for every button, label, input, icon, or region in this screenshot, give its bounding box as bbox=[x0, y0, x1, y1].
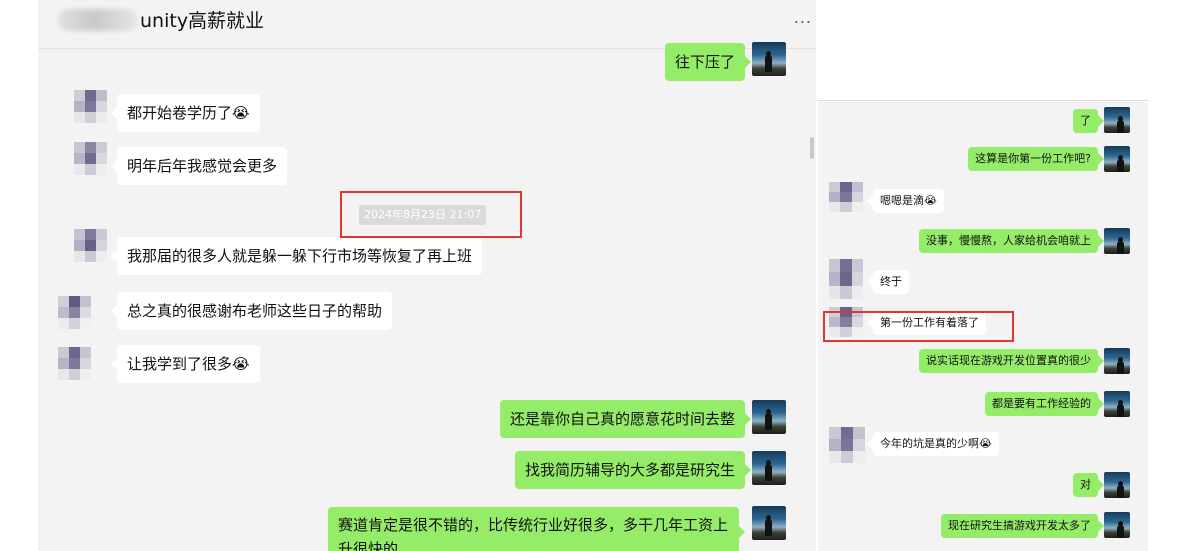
blurred-contact-name bbox=[58, 9, 138, 31]
message-text: 了 bbox=[1080, 114, 1091, 127]
message-text: 总之真的很感谢布老师这些日子的帮助 bbox=[127, 302, 383, 320]
message-bubble-sent: 说实话现在游戏开发位置真的很少 bbox=[919, 349, 1104, 373]
contact-avatar[interactable] bbox=[58, 296, 91, 329]
chat-title: unity高薪就业 bbox=[140, 10, 265, 32]
more-options-icon[interactable]: ... bbox=[794, 8, 812, 27]
self-avatar[interactable] bbox=[1104, 146, 1130, 172]
chat-header: unity高薪就业 ... bbox=[38, 0, 816, 49]
message-bubble-sent: 找我简历辅导的大多都是研究生 bbox=[514, 451, 752, 489]
self-avatar[interactable] bbox=[752, 451, 786, 485]
message-bubble-received: 总之真的很感谢布老师这些日子的帮助 bbox=[110, 292, 393, 330]
message-text: 都是要有工作经验的 bbox=[992, 397, 1091, 410]
message-text: 嗯嗯是滴😭 bbox=[880, 194, 937, 207]
contact-avatar[interactable] bbox=[74, 90, 107, 123]
contact-avatar[interactable] bbox=[829, 427, 865, 463]
message-text: 没事，慢慢熬，人家给机会咱就上 bbox=[926, 234, 1091, 247]
message-bubble-sent: 对 bbox=[1073, 473, 1104, 497]
self-avatar[interactable] bbox=[1104, 391, 1130, 417]
message-text: 都开始卷学历了😭 bbox=[127, 104, 250, 122]
self-avatar[interactable] bbox=[1104, 472, 1130, 498]
scrollbar-thumb[interactable] bbox=[810, 137, 814, 159]
self-avatar[interactable] bbox=[752, 400, 786, 434]
highlight-box-timestamp bbox=[340, 191, 522, 238]
message-text: 终于 bbox=[880, 275, 902, 288]
self-avatar[interactable] bbox=[1104, 348, 1130, 374]
message-bubble-received: 明年后年我感觉会更多 bbox=[110, 147, 288, 185]
message-text: 对 bbox=[1080, 478, 1091, 491]
message-bubble-sent: 都是要有工作经验的 bbox=[985, 392, 1104, 416]
message-text: 还是靠你自己真的愿意花时间去整 bbox=[509, 410, 735, 428]
self-avatar[interactable] bbox=[1104, 228, 1130, 254]
message-text: 现在研究生搞游戏开发太多了 bbox=[948, 519, 1091, 532]
contact-avatar[interactable] bbox=[58, 347, 91, 380]
message-text: 说实话现在游戏开发位置真的很少 bbox=[926, 354, 1091, 367]
message-text: 明年后年我感觉会更多 bbox=[127, 157, 278, 175]
message-bubble-sent: 现在研究生搞游戏开发太多了 bbox=[941, 514, 1104, 538]
message-bubble-received: 我那届的很多人就是躲一躲下行市场等恢复了再上班 bbox=[110, 237, 483, 275]
contact-avatar[interactable] bbox=[829, 259, 863, 299]
message-text: 赛道肯定是很不错的，比传统行业好很多，多干几年工资上升很快的 bbox=[338, 516, 729, 551]
message-text: 我那届的很多人就是躲一躲下行市场等恢复了再上班 bbox=[127, 247, 473, 265]
contact-avatar[interactable] bbox=[74, 142, 107, 175]
message-text: 今年的坑是真的少啊😭 bbox=[880, 437, 992, 450]
message-bubble-sent: 还是靠你自己真的愿意花时间去整 bbox=[499, 400, 752, 438]
divider bbox=[818, 100, 1148, 101]
message-bubble-sent: 了 bbox=[1073, 109, 1104, 133]
chat-window-main: unity高薪就业 ... 往下压了 都开始卷学历了😭 明年后年我感觉会更多 2… bbox=[38, 0, 816, 551]
message-text: 找我简历辅导的大多都是研究生 bbox=[524, 461, 735, 479]
message-bubble-sent: 没事，慢慢熬，人家给机会咱就上 bbox=[919, 229, 1104, 253]
message-bubble-received: 嗯嗯是滴😭 bbox=[867, 189, 944, 213]
message-bubble-sent: 这算是你第一份工作吧? bbox=[968, 147, 1104, 171]
self-avatar[interactable] bbox=[1104, 107, 1130, 133]
message-bubble-sent: 赛道肯定是很不错的，比传统行业好很多，多干几年工资上升很快的 bbox=[328, 507, 745, 551]
message-text: 这算是你第一份工作吧? bbox=[975, 152, 1091, 165]
self-avatar[interactable] bbox=[752, 506, 786, 540]
message-bubble-received: 终于 bbox=[867, 270, 909, 294]
self-avatar[interactable] bbox=[1104, 512, 1130, 538]
message-bubble-received: 都开始卷学历了😭 bbox=[111, 94, 260, 132]
message-text: 往下压了 bbox=[674, 53, 735, 71]
highlight-box-message bbox=[823, 311, 1014, 342]
message-bubble-received: 让我学到了很多😭 bbox=[111, 345, 260, 383]
message-text: 让我学到了很多😭 bbox=[127, 355, 250, 373]
contact-avatar[interactable] bbox=[829, 182, 863, 212]
message-bubble-sent: 往下压了 bbox=[664, 43, 752, 81]
self-avatar[interactable] bbox=[752, 42, 786, 76]
message-bubble-received: 今年的坑是真的少啊😭 bbox=[867, 432, 999, 456]
contact-avatar[interactable] bbox=[74, 229, 107, 262]
